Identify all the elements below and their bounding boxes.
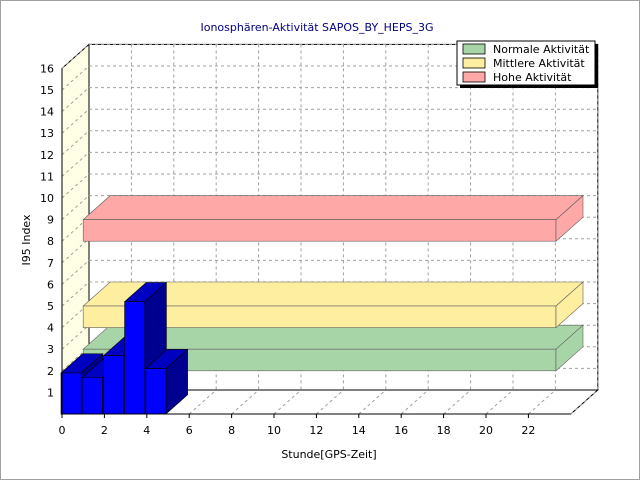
band-front bbox=[82, 219, 557, 242]
y-tick-label: 15 bbox=[40, 84, 54, 97]
x-axis-label: Stunde[GPS-Zeit] bbox=[281, 448, 376, 461]
x-tick-label: 8 bbox=[228, 424, 235, 437]
legend-label: Hohe Aktivität bbox=[493, 71, 572, 84]
y-tick-label: 14 bbox=[40, 106, 54, 119]
x-tick-label: 18 bbox=[437, 424, 451, 437]
legend-swatch bbox=[462, 71, 486, 83]
y-tick-label: 6 bbox=[47, 278, 54, 291]
y-tick-label: 11 bbox=[40, 170, 54, 183]
y-tick-label: 10 bbox=[40, 192, 54, 205]
band-top bbox=[82, 195, 584, 220]
y-tick-label: 7 bbox=[47, 257, 54, 270]
y-axis-label: I95 Index bbox=[20, 214, 33, 266]
chart-title: Ionosphären-Aktivität SAPOS_BY_HEPS_3G bbox=[200, 21, 433, 34]
bar-front bbox=[60, 372, 82, 415]
y-tick-label: 2 bbox=[47, 365, 54, 378]
bar-front bbox=[81, 376, 103, 415]
y-tick-label: 3 bbox=[47, 343, 54, 356]
x-tick-label: 22 bbox=[521, 424, 535, 437]
bar-front bbox=[145, 368, 167, 415]
chart-window: 1 2 3 4 5 6 7 8 9 10 11 12 13 14 15 16 0 2 4 6 8 10 12 14 16 18 20… bbox=[0, 0, 640, 480]
x-tick-label: 4 bbox=[143, 424, 150, 437]
legend-label: Normale Aktivität bbox=[493, 43, 590, 56]
x-tick-label: 2 bbox=[101, 424, 108, 437]
legend: Normale AktivitätMittlere AktivitätHohe … bbox=[456, 40, 598, 88]
x-tick-label: 6 bbox=[186, 424, 193, 437]
bar-front bbox=[103, 355, 124, 415]
y-tick-label: 1 bbox=[47, 386, 54, 399]
x-tick-label: 14 bbox=[352, 424, 366, 437]
legend-swatch bbox=[462, 57, 486, 69]
x-tick-label: 20 bbox=[479, 424, 493, 437]
y-tick-label: 12 bbox=[40, 149, 54, 162]
y-tick-label: 13 bbox=[40, 127, 54, 140]
x-tick-label: 10 bbox=[267, 424, 281, 437]
x-tick-label: 0 bbox=[59, 424, 66, 437]
band-2 bbox=[82, 194, 584, 242]
y-tick-label: 4 bbox=[47, 322, 54, 335]
legend-label: Mittlere Aktivität bbox=[493, 57, 585, 70]
y-tick-label: 5 bbox=[47, 300, 54, 313]
y-tick-label: 16 bbox=[40, 62, 54, 75]
ionosphere-chart: 123456789101112131415160 2 4 6 8 10 12 14 16 18 20… bbox=[20, 21, 600, 461]
legend-swatch bbox=[462, 43, 486, 55]
x-tick-label: 12 bbox=[309, 424, 323, 437]
y-tick-label: 9 bbox=[47, 214, 54, 227]
y-tick-label: 8 bbox=[47, 235, 54, 248]
x-tick-label: 16 bbox=[394, 424, 408, 437]
bar-front bbox=[124, 301, 146, 415]
